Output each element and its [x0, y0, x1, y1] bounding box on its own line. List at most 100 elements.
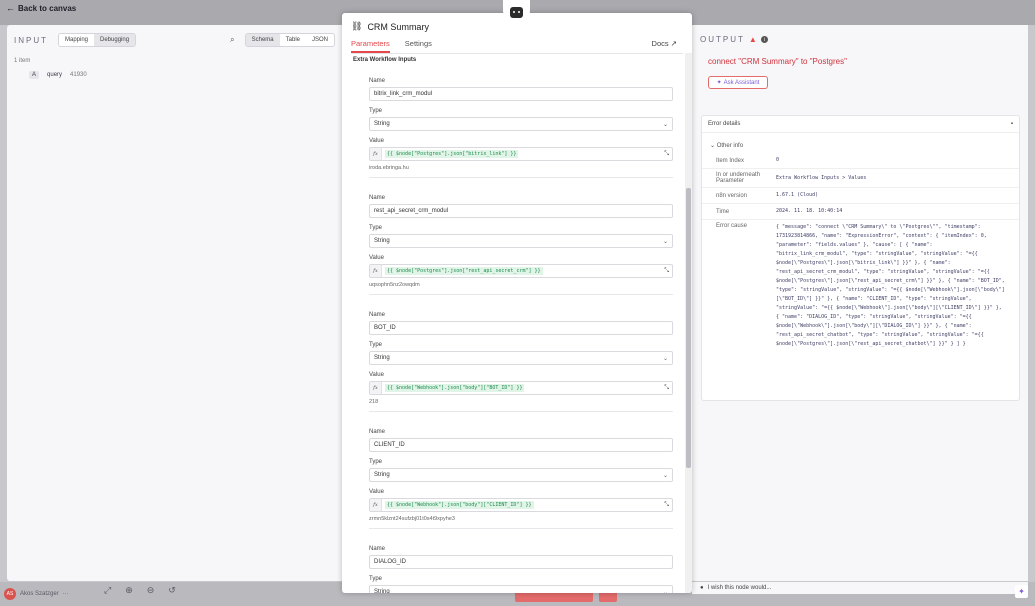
chevron-down-icon: ⌄ — [662, 589, 668, 594]
name-value: BOT_ID — [374, 325, 396, 331]
divider — [369, 177, 673, 178]
expression-code: {{ $node["Webhook"].json["body"]["BOT_ID… — [385, 384, 525, 392]
tab-debugging[interactable]: Debugging — [94, 34, 136, 46]
tab-settings[interactable]: Settings — [405, 39, 432, 53]
zoom-in-icon[interactable]: ⊕ — [125, 585, 133, 596]
error-message: connect "CRM Summary" to "Postgres" — [708, 57, 847, 66]
type-label: Type — [369, 225, 383, 231]
info-key: n8n version — [716, 192, 748, 199]
feedback-bar[interactable]: ● I wish this node would... — [692, 582, 1028, 594]
field-group: Name CLIENT_ID Type String ⌄ Value fx{{ $node[… — [342, 418, 673, 535]
output-title: OUTPUT — [700, 35, 745, 44]
info-icon[interactable]: i — [760, 36, 768, 43]
name-label: Name — [369, 546, 386, 552]
view-schema[interactable]: Schema — [245, 34, 280, 46]
type-select[interactable]: String ⌄ — [369, 234, 673, 248]
name-input[interactable]: rest_api_secret_crm_modul — [369, 204, 673, 218]
info-value: 1.67.1 (Cloud) — [776, 192, 819, 198]
name-value: bitrix_link_crm_modul — [374, 91, 433, 97]
name-input[interactable]: CLIENT_ID — [369, 438, 673, 452]
value-label: Value — [369, 372, 384, 378]
name-value: CLIENT_ID — [374, 442, 405, 448]
search-icon[interactable]: ⌕ — [230, 35, 234, 45]
name-input[interactable]: BOT_ID — [369, 321, 673, 335]
expression-input[interactable]: fx{{ $node["Postgres"].json["rest_api_se… — [369, 264, 673, 278]
arrow-left-icon: ← — [6, 3, 15, 13]
tab-parameters[interactable]: Parameters — [351, 39, 390, 53]
fx-icon: fx — [370, 499, 382, 511]
info-value: 2024. 11. 18. 10:40:14 — [776, 208, 843, 214]
tab-mapping[interactable]: Mapping — [59, 34, 95, 46]
chevron-down-icon: ⌄ — [662, 121, 668, 128]
modal-title[interactable]: CRM Summary — [367, 22, 429, 32]
info-key: Time — [716, 208, 730, 215]
type-select[interactable]: String ⌄ — [369, 585, 673, 593]
name-input[interactable]: DIALOG_ID — [369, 555, 673, 569]
type-label: Type — [369, 108, 383, 114]
schema-field[interactable]: A query 41930 — [7, 67, 342, 83]
info-value: 0 — [776, 157, 780, 163]
field-key: query — [47, 72, 63, 78]
copy-icon[interactable]: ▪ — [1011, 121, 1013, 127]
expand-icon[interactable]: ⤡ — [664, 501, 669, 509]
reset-icon[interactable]: ↺ — [168, 585, 176, 596]
chevron-down-icon: ⌄ — [662, 238, 668, 245]
workflow-icon: ⛓ — [351, 21, 363, 31]
expression-input[interactable]: fx{{ $node["Webhook"].json["body"]["BOT_… — [369, 381, 673, 395]
input-view-toggle: Schema Table JSON — [244, 33, 335, 47]
feedback-label: I wish this node would... — [707, 585, 772, 591]
lightbulb-icon: ● — [700, 585, 704, 591]
type-value: String — [374, 355, 390, 361]
scrollbar-thumb[interactable] — [686, 188, 691, 468]
divider — [369, 528, 673, 529]
expression-code: {{ $node["Postgres"].json["bitrix_link"]… — [385, 150, 519, 158]
user-name: Akos Szatzger — [20, 591, 59, 597]
scrollbar[interactable] — [685, 53, 692, 593]
resolved-value: uqsophn5nz2owqdm — [369, 282, 420, 288]
zoom-out-icon[interactable]: ⊖ — [147, 585, 155, 596]
robot-icon — [510, 6, 523, 18]
field-group: Name DIALOG_ID Type String ⌄ — [342, 535, 673, 593]
view-json[interactable]: JSON — [305, 34, 334, 46]
fx-icon: fx — [370, 265, 382, 277]
error-details-box: Error details ▪ ⌄ Other info Item Index … — [701, 115, 1020, 401]
view-table[interactable]: Table — [279, 34, 306, 46]
zoom-toolbar: ⤢ ⊕ ⊖ ↺ — [104, 585, 176, 596]
input-title: INPUT — [14, 35, 48, 45]
name-label: Name — [369, 78, 386, 84]
expand-icon[interactable]: ⤡ — [664, 150, 669, 158]
chevron-down-icon: ⌄ — [662, 472, 668, 479]
back-to-canvas-link[interactable]: ← Back to canvas — [6, 3, 76, 13]
name-label: Name — [369, 429, 386, 435]
expand-icon[interactable]: ⤡ — [664, 267, 669, 275]
expression-input[interactable]: fx{{ $node["Webhook"].json["body"]["CLIE… — [369, 498, 673, 512]
other-info-toggle[interactable]: ⌄ Other info — [702, 133, 1019, 153]
expression-input[interactable]: fx{{ $node["Postgres"].json["bitrix_link… — [369, 147, 673, 161]
type-select[interactable]: String ⌄ — [369, 351, 673, 365]
name-value: rest_api_secret_crm_modul — [374, 208, 449, 214]
user-menu[interactable]: AS Akos Szatzger ··· — [4, 588, 69, 600]
assistant-fab-button[interactable]: ✦ — [1015, 585, 1028, 598]
name-input[interactable]: bitrix_link_crm_modul — [369, 87, 673, 101]
type-label: Type — [369, 576, 383, 582]
docs-link[interactable]: Docs ↗ — [652, 39, 677, 51]
info-row: In or underneath Parameter Extra Workflo… — [702, 169, 1019, 188]
output-panel: OUTPUT ▲ i connect "CRM Summary" to "Pos… — [692, 25, 1028, 581]
item-count: 1 item — [14, 58, 31, 64]
field-group: Name BOT_ID Type String ⌄ Value fx{{ $node["We… — [342, 301, 673, 418]
type-select[interactable]: String ⌄ — [369, 468, 673, 482]
fx-icon: fx — [370, 148, 382, 160]
warning-icon: ▲ — [748, 35, 757, 44]
type-select[interactable]: String ⌄ — [369, 117, 673, 131]
field-value: 41930 — [70, 72, 87, 78]
more-icon[interactable]: ··· — [63, 591, 69, 597]
field-group: Name rest_api_secret_crm_modul Type String ⌄… — [342, 184, 673, 301]
expand-icon[interactable]: ⤡ — [664, 384, 669, 392]
fx-icon: fx — [370, 382, 382, 394]
type-value: String — [374, 121, 390, 127]
value-label: Value — [369, 255, 384, 261]
ask-assistant-button[interactable]: ✦ Ask Assistant — [708, 76, 768, 89]
resolved-value: zrmn5klznt24sufzbj01t0s4t9xpyhe3 — [369, 516, 455, 522]
fit-view-icon[interactable]: ⤢ — [104, 585, 111, 596]
node-modal: ⛓ CRM Summary Parameters Settings Docs ↗… — [342, 13, 692, 593]
